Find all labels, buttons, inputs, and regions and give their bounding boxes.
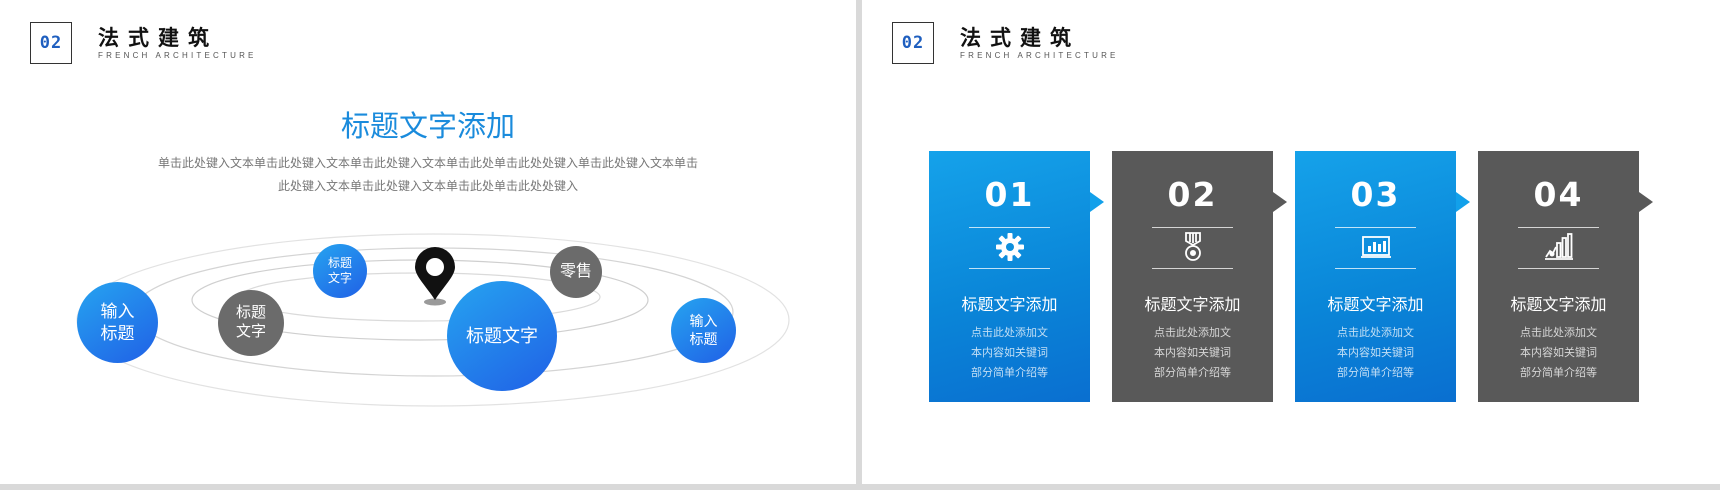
section-subtitle: FRENCH ARCHITECTURE (960, 51, 1119, 60)
card-number: 03 (1350, 175, 1401, 214)
divider (1152, 227, 1233, 228)
bubble-retail[interactable]: 零售 (550, 246, 602, 298)
chart-board-icon (1361, 236, 1391, 258)
card-body-line: 部分简单介绍等 (1520, 367, 1597, 379)
feature-card-04[interactable]: 04 标题文字添加 点击此处添加文 本内容如关键词 部分简单介绍等 (1478, 151, 1653, 402)
divider (1518, 268, 1599, 269)
growth-chart-icon (1545, 233, 1573, 260)
slide-left[interactable]: 02 法式建筑 FRENCH ARCHITECTURE 标题文字添加 单击此处键… (0, 0, 856, 484)
presentation-canvas: 02 法式建筑 FRENCH ARCHITECTURE 标题文字添加 单击此处键… (0, 0, 1720, 490)
card-body: 点击此处添加文 本内容如关键词 部分简单介绍等 (929, 323, 1090, 383)
bubble-label: 标题 (689, 330, 718, 347)
section-title: 法式建筑 (960, 25, 1080, 50)
divider (1152, 268, 1233, 269)
feature-card-03[interactable]: 03 标题文字添加 点击此处添加文 本内容如关键词 部分简单介绍等 (1295, 151, 1470, 402)
card-title: 标题文字添加 (1144, 297, 1241, 314)
card-body: 点击此处添加文 本内容如关键词 部分简单介绍等 (1112, 323, 1273, 383)
bubble-label: 文字 (327, 271, 352, 285)
bubble-input-title-left[interactable]: 输入 标题 (77, 282, 158, 363)
medal-icon (1185, 232, 1201, 261)
card-title: 标题文字添加 (1327, 297, 1424, 314)
divider (969, 268, 1050, 269)
card-body-line: 部分简单介绍等 (1337, 367, 1414, 379)
bubble-label: 标题 (327, 256, 352, 270)
feature-card-02[interactable]: 02 标题文字添加 点击此处添加文 本内容如关键词 部分简单介绍等 (1112, 151, 1287, 402)
bubble-label: 输入 (100, 302, 135, 322)
card-body-line: 点击此处添加文 (1520, 327, 1597, 339)
card-body: 点击此处添加文 本内容如关键词 部分简单介绍等 (1478, 323, 1639, 383)
bubble-title-text-gray[interactable]: 标题 文字 (218, 290, 284, 356)
bubble-label: 标题 (100, 323, 135, 343)
card-arrow (1639, 192, 1653, 212)
bubble-label: 输入 (689, 313, 718, 329)
card-body-line: 部分简单介绍等 (971, 367, 1048, 379)
card-body-line: 本内容如关键词 (1154, 347, 1231, 359)
card-arrow (1273, 192, 1287, 212)
divider (1335, 268, 1416, 269)
divider (969, 227, 1050, 228)
bubble-label: 标题文字 (466, 325, 538, 346)
slide-right[interactable]: 02 法式建筑 FRENCH ARCHITECTURE 01 标题文字添加 点击… (862, 0, 1720, 484)
card-body-line: 本内容如关键词 (1520, 347, 1597, 359)
card-number: 04 (1533, 175, 1584, 214)
card-body-line: 部分简单介绍等 (1154, 367, 1231, 379)
card-body-line: 本内容如关键词 (1337, 347, 1414, 359)
card-title: 标题文字添加 (961, 297, 1058, 314)
card-body-line: 点击此处添加文 (1337, 327, 1414, 339)
orbit-rings (76, 233, 790, 407)
card-body-line: 点击此处添加文 (1154, 327, 1231, 339)
bubble-label: 标题 (235, 304, 266, 322)
bubble-label: 零售 (559, 263, 592, 280)
card-number: 01 (984, 175, 1035, 214)
bubble-title-text-center[interactable]: 标题文字 (447, 281, 557, 391)
feature-card-01[interactable]: 01 标题文字添加 点击此处添加文 本内容如关键词 部分简单介绍等 (929, 151, 1104, 402)
gear-icon (996, 233, 1024, 261)
card-body-line: 本内容如关键词 (971, 347, 1048, 359)
divider (1335, 227, 1416, 228)
card-arrow (1456, 192, 1470, 212)
location-pin-icon (415, 247, 455, 306)
card-arrow (1090, 192, 1104, 212)
card-title: 标题文字添加 (1510, 297, 1607, 314)
section-number-box: 02 (892, 22, 934, 64)
bubble-input-title-right[interactable]: 输入 标题 (671, 298, 736, 363)
card-number: 02 (1167, 175, 1218, 214)
card-body: 点击此处添加文 本内容如关键词 部分简单介绍等 (1295, 323, 1456, 383)
card-body-line: 点击此处添加文 (971, 327, 1048, 339)
bubble-label: 文字 (235, 323, 266, 340)
bubble-title-text-small[interactable]: 标题 文字 (313, 244, 367, 298)
divider (1518, 227, 1599, 228)
